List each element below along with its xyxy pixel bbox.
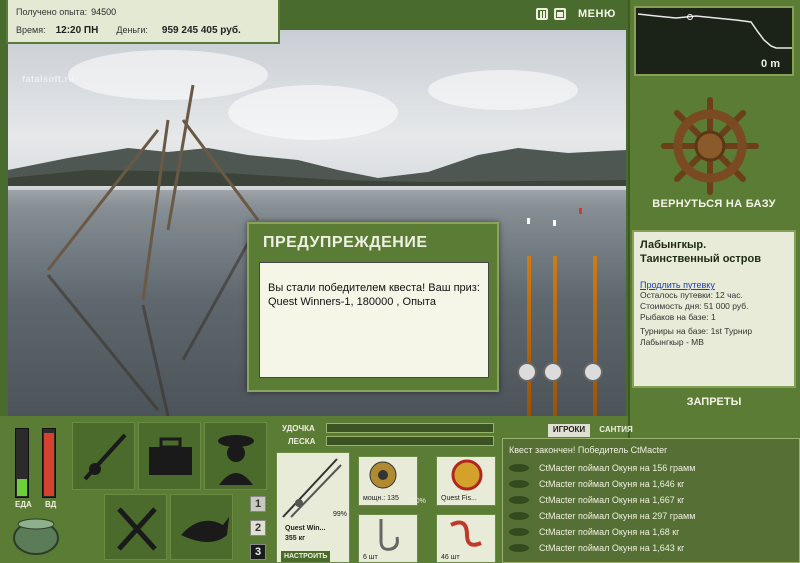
- worm-icon: [450, 520, 482, 547]
- experience-value: 94500: [91, 7, 117, 17]
- ship-wheel-icon[interactable]: [660, 96, 760, 196]
- chat-message: CtMacter поймал Окуня на 1,68 кг: [509, 527, 679, 537]
- extend-permit-link[interactable]: Продлить путевку: [640, 280, 788, 290]
- float-bobber: [579, 208, 582, 214]
- float-bobber: [527, 218, 530, 224]
- rod-strength-label: УДОЧКА: [282, 424, 315, 433]
- watermark: fatalsoft.ru: [22, 74, 75, 84]
- rod-percent: 99%: [333, 511, 348, 518]
- tackle-panel: УДОЧКА ЛЕСКА 99% Quest Win... 355 кг НАС…: [276, 420, 498, 563]
- chat-panel: Квест закончен! Победитель CtMacter CtMa…: [502, 438, 800, 563]
- money-label: Деньги:: [116, 25, 148, 35]
- sound-icon[interactable]: [554, 8, 566, 20]
- catch-tab[interactable]: САНТИЯ: [594, 424, 638, 437]
- food-gauge-fill: [17, 479, 27, 496]
- setup-button[interactable]: НАСТРОИТЬ: [281, 551, 331, 562]
- bait-caption: 46 шт: [441, 554, 460, 561]
- reel-icon[interactable]: [583, 362, 603, 382]
- food-label: ЕДА: [15, 500, 32, 509]
- fishing-rod-2[interactable]: [553, 256, 557, 416]
- fishing-rod-3[interactable]: [593, 256, 597, 416]
- rod-weight: 355 кг: [285, 535, 306, 542]
- rod-setup-tile[interactable]: [72, 422, 135, 490]
- food-tile[interactable]: [104, 494, 167, 560]
- line-strength-bar: [326, 436, 494, 446]
- line-strength-label: ЛЕСКА: [288, 437, 316, 446]
- fish-icon: [509, 528, 529, 536]
- pause-icon[interactable]: [536, 8, 548, 20]
- base-title: Лабынгкыр. Таинственный остров: [640, 239, 761, 265]
- base-info-line: Осталось путевки: 12 час.: [640, 290, 743, 300]
- fish-icon: [509, 496, 529, 504]
- fish-icon: [509, 544, 529, 552]
- line-caption: Quest Fis...: [441, 495, 477, 502]
- hook-slot[interactable]: 6 шт: [358, 514, 418, 563]
- chat-message: CtMacter поймал Окуня на 297 грамм: [509, 511, 695, 521]
- fishing-line-spool-icon: [451, 459, 483, 491]
- fish-catch-tile[interactable]: [170, 494, 233, 560]
- warning-dialog: ПРЕДУПРЕЖДЕНИЕ Вы стали победителем квес…: [247, 222, 499, 392]
- hook-caption: 6 шт: [363, 554, 378, 561]
- rod-slot-3-button[interactable]: 3: [250, 544, 266, 560]
- fishing-rod-1[interactable]: [527, 256, 531, 416]
- tackle-box-tile[interactable]: [138, 422, 201, 490]
- fish-icon: [509, 464, 529, 472]
- base-info-line: Турниры на базе: 1st Турнир Лабынгкыр - …: [640, 326, 753, 347]
- reel-icon: [369, 461, 397, 489]
- base-info-line: Рыбаков на базе: 1: [640, 312, 716, 322]
- players-tab[interactable]: ИГРОКИ: [548, 424, 590, 437]
- rod-strength-bar: [326, 423, 494, 433]
- fish-icon: [509, 480, 529, 488]
- bans-button[interactable]: ЗАПРЕТЫ: [632, 396, 796, 408]
- fish-icon: [181, 517, 229, 542]
- return-to-base-button[interactable]: ВЕРНУТЬСЯ НА БАЗУ: [632, 198, 796, 210]
- dialog-title: ПРЕДУПРЕЖДЕНИЕ: [263, 234, 428, 251]
- base-info-line: Стоимость дня: 51 000 руб.: [640, 301, 749, 311]
- dialog-message: Вы стали победителем квеста! Ваш приз: Q…: [259, 262, 489, 378]
- menu-button[interactable]: МЕНЮ: [578, 8, 616, 20]
- tackle-box-icon: [149, 437, 192, 475]
- fishing-rod-icon: [83, 433, 127, 481]
- chat-message: CtMacter поймал Окуня на 156 грамм: [509, 463, 695, 473]
- line-slot[interactable]: Quest Fis...: [436, 456, 496, 506]
- base-info-panel: Лабынгкыр. Таинственный остров Продлить …: [632, 230, 796, 388]
- reel-icon[interactable]: [517, 362, 537, 382]
- health-gauge-fill: [44, 433, 54, 496]
- reel-percent: 100%: [408, 498, 426, 505]
- rod-slot-1-button[interactable]: 1: [250, 496, 266, 512]
- chat-message: CtMacter поймал Окуня на 1,667 кг: [509, 495, 684, 505]
- fisherman-tile[interactable]: [204, 422, 267, 490]
- fork-knife-icon: [117, 507, 157, 551]
- health-gauge: [42, 428, 56, 498]
- bait-slot[interactable]: 46 шт: [436, 514, 496, 563]
- reel-icon[interactable]: [543, 362, 563, 382]
- rod-slot-2-button[interactable]: 2: [250, 520, 266, 536]
- food-gauge: [15, 428, 29, 498]
- rod-name: Quest Win...: [285, 525, 326, 532]
- rod-slot[interactable]: 99% Quest Win... 355 кг НАСТРОИТЬ: [276, 452, 350, 563]
- player-info-panel: Получено опыта: 94500 Время: 12:20 ПН Де…: [6, 0, 280, 44]
- reel-caption: мощн.: 135: [363, 495, 399, 502]
- time-label: Время:: [16, 25, 46, 35]
- health-label: ВД: [45, 500, 57, 509]
- chat-message: CtMacter поймал Окуня на 1,643 кг: [509, 543, 684, 553]
- depth-profile: 0 m: [634, 6, 794, 76]
- cauldron-icon[interactable]: [10, 510, 62, 560]
- fisherman-icon: [218, 435, 254, 485]
- chat-message: CtMacter поймал Окуня на 1,646 кг: [509, 479, 684, 489]
- experience-label: Получено опыта:: [16, 7, 88, 17]
- depth-value: 0 m: [761, 58, 780, 70]
- hook-icon: [379, 519, 399, 551]
- chat-header: Квест закончен! Победитель CtMacter: [509, 445, 668, 455]
- time-value: 12:20 ПН: [55, 24, 99, 36]
- fish-icon: [509, 512, 529, 520]
- money-value: 959 245 405 руб.: [161, 24, 241, 36]
- float-bobber: [553, 220, 556, 226]
